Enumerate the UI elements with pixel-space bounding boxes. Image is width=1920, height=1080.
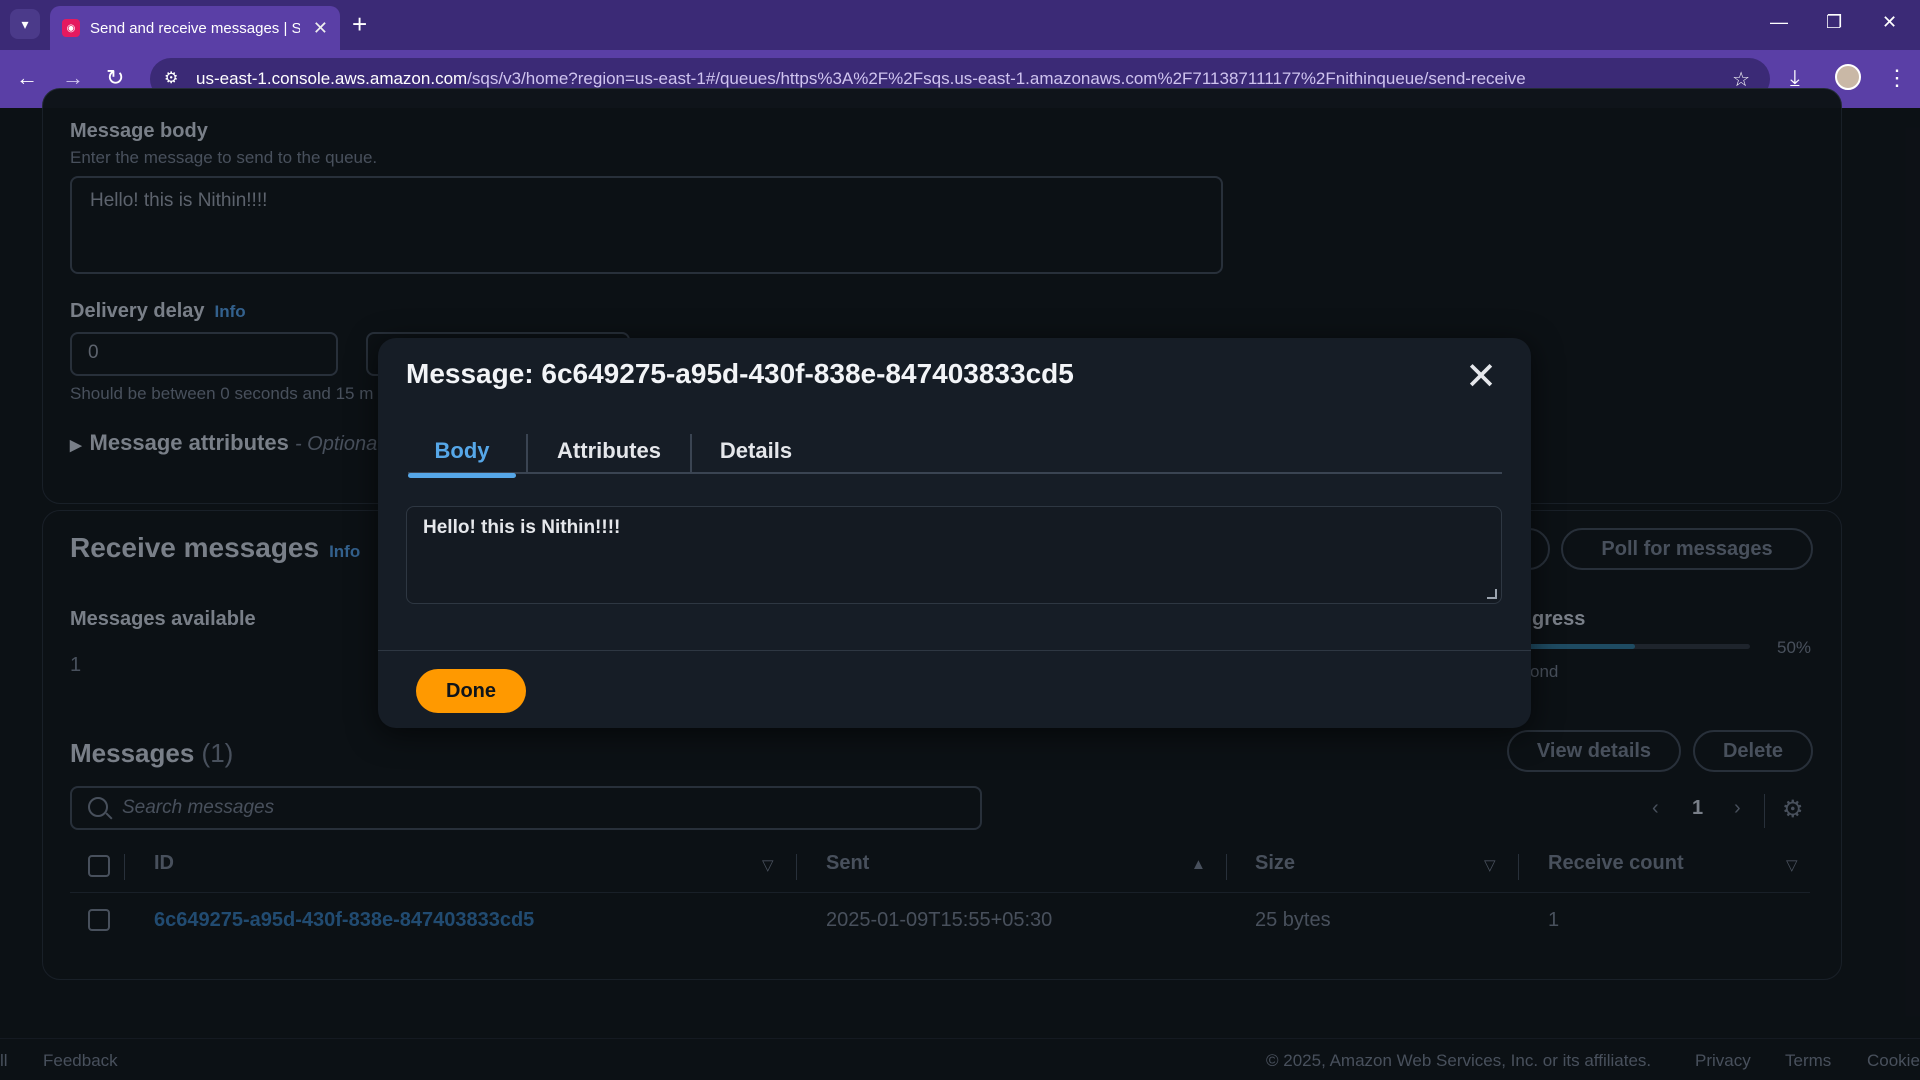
sqs-favicon-icon: ◉ — [62, 19, 80, 37]
tab-divider — [526, 434, 528, 474]
restore-icon[interactable]: ❐ — [1826, 12, 1842, 33]
site-info-icon[interactable]: ⚙ — [164, 68, 178, 88]
browser-tab-active[interactable]: ◉ Send and receive messages | Si ✕ — [50, 6, 340, 50]
url-host: us-east-1.console.aws.amazon.com — [196, 69, 468, 88]
tab-body[interactable]: Body — [408, 428, 516, 478]
done-button[interactable]: Done — [416, 669, 526, 713]
tab-details[interactable]: Details — [702, 428, 810, 474]
profile-avatar[interactable] — [1835, 64, 1861, 90]
message-detail-modal: Message: 6c649275-a95d-430f-838e-8474038… — [378, 338, 1531, 728]
back-icon[interactable]: ← — [16, 66, 38, 90]
modal-tabs: Body Attributes Details — [408, 428, 1502, 478]
modal-body-textarea[interactable]: Hello! this is Nithin!!!! — [406, 506, 1502, 604]
browser-tabbar: ▾ ◉ Send and receive messages | Si ✕ + —… — [0, 0, 1920, 50]
tab-close-icon[interactable]: ✕ — [313, 18, 328, 39]
modal-close-icon[interactable]: ✕ — [1465, 358, 1497, 396]
window-close-icon[interactable]: ✕ — [1882, 12, 1897, 33]
forward-icon[interactable]: → — [62, 66, 84, 90]
tab-attributes[interactable]: Attributes — [538, 428, 680, 474]
tab-divider — [690, 434, 692, 474]
modal-footer-divider — [378, 650, 1531, 651]
reload-icon[interactable]: ↻ — [106, 66, 124, 90]
url-path: /sqs/v3/home?region=us-east-1#/queues/ht… — [467, 69, 1526, 88]
tab-search-icon[interactable]: ▾ — [10, 9, 40, 39]
tab-title: Send and receive messages | Si — [90, 19, 300, 37]
resize-handle-icon[interactable] — [1487, 589, 1497, 599]
modal-body-value: Hello! this is Nithin!!!! — [423, 517, 621, 538]
minimize-icon[interactable]: — — [1770, 12, 1788, 33]
more-menu-icon[interactable]: ⋮ — [1886, 65, 1908, 91]
modal-title: Message: 6c649275-a95d-430f-838e-8474038… — [406, 358, 1074, 389]
new-tab-icon[interactable]: + — [352, 10, 367, 38]
